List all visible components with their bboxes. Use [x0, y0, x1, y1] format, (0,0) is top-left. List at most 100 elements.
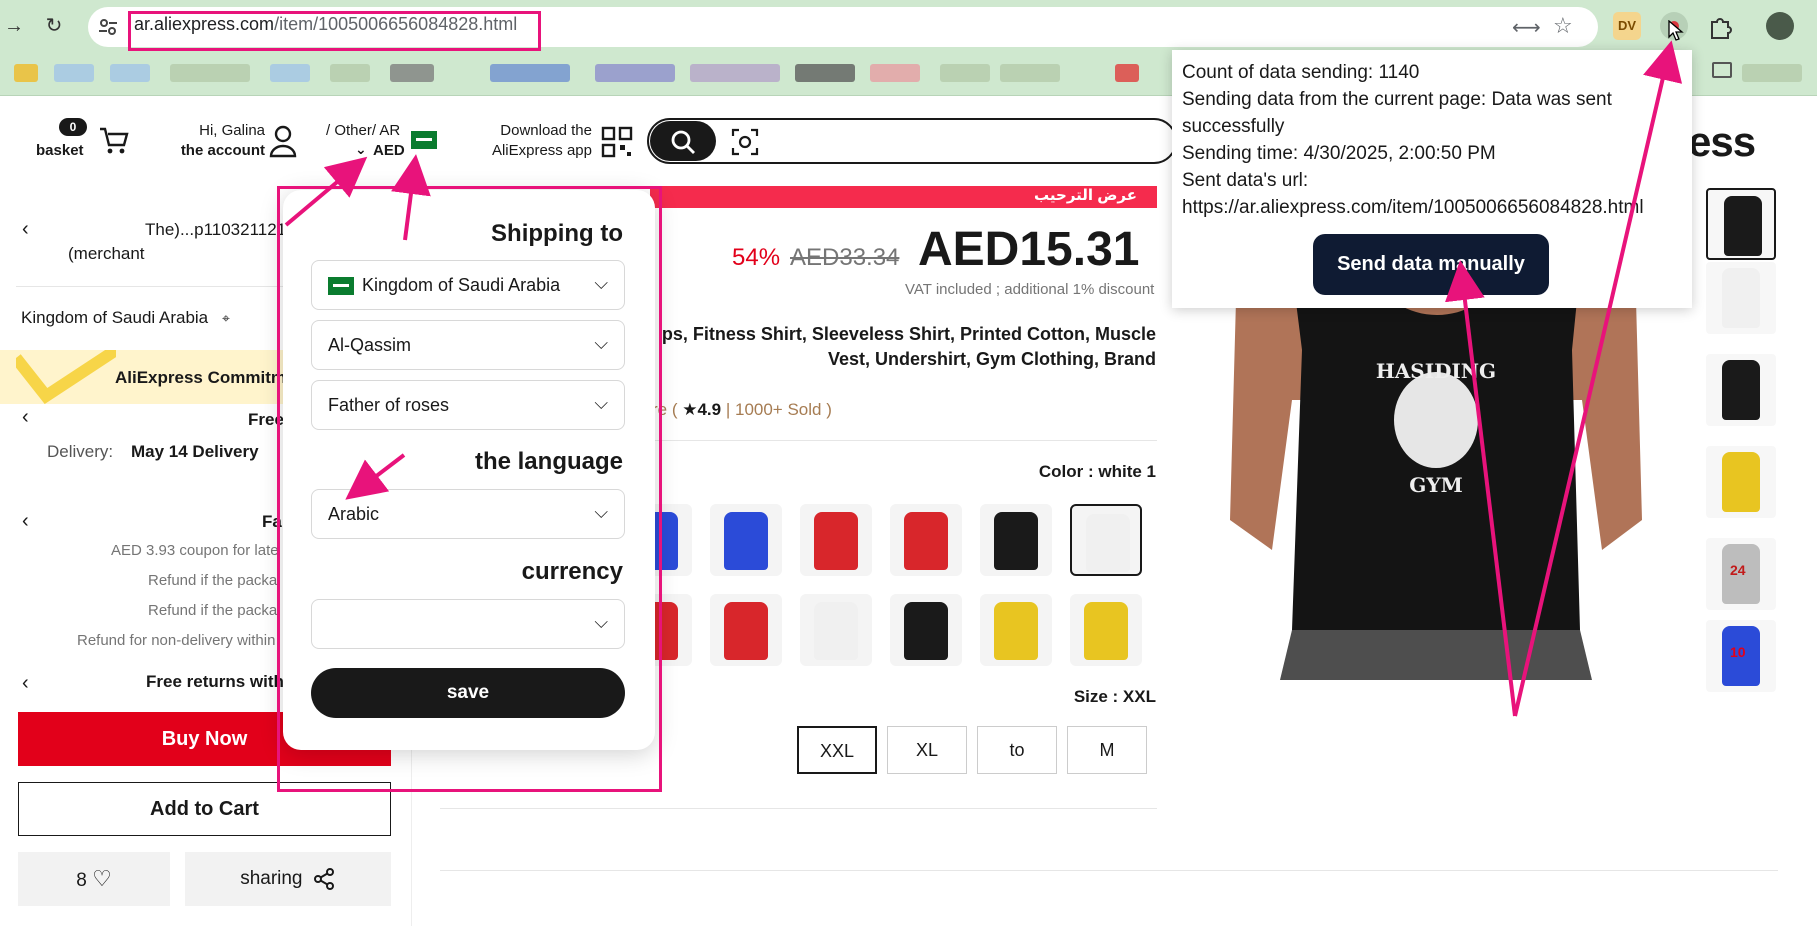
site-settings-icon[interactable] — [96, 15, 120, 39]
extensions-puzzle-icon[interactable] — [1706, 12, 1734, 40]
reload-icon[interactable]: ↻ — [40, 12, 68, 40]
wishlist-button[interactable]: 8 ♡ — [18, 852, 170, 906]
annotation-url-box — [128, 11, 541, 51]
app-download-line2[interactable]: AliExpress app — [480, 141, 592, 160]
bookmark-item[interactable] — [1742, 64, 1802, 82]
saudi-flag-icon — [411, 131, 445, 149]
chevron-left-icon[interactable]: ‹ — [22, 406, 29, 429]
color-swatch[interactable] — [980, 594, 1052, 666]
sent-url-label: Sent data's url: — [1182, 170, 1309, 191]
swatch-shirt — [904, 512, 948, 570]
extension-status-popup: Count of data sending: 1140 Sending data… — [1172, 50, 1692, 308]
bookmark-item[interactable] — [270, 64, 310, 82]
bookmark-item[interactable] — [54, 64, 94, 82]
color-swatch[interactable] — [710, 594, 782, 666]
color-swatch[interactable] — [800, 504, 872, 576]
bookmark-star-icon[interactable]: ☆ — [1553, 13, 1573, 39]
forward-icon[interactable]: → — [0, 12, 28, 40]
rating-summary[interactable]: re ( ★4.9 | 1000+ Sold ) — [652, 400, 832, 420]
bookmark-item[interactable] — [595, 64, 675, 82]
sold-count: | 1000+ Sold ) — [725, 400, 832, 419]
swatch-shirt — [814, 602, 858, 660]
heart-icon: ♡ — [92, 866, 112, 891]
color-swatch[interactable] — [800, 594, 872, 666]
account-link[interactable]: the account — [160, 141, 265, 160]
app-download-line1[interactable]: Download the — [490, 121, 592, 140]
free-returns-text: Free returns with — [146, 672, 284, 691]
thumbnail-1[interactable] — [1706, 188, 1776, 260]
divider — [440, 808, 1157, 809]
thumbnail-number: 24 — [1730, 562, 1746, 578]
rating-star-value: ★4.9 — [682, 400, 722, 419]
send-count-line: Count of data sending: 1140 — [1182, 62, 1420, 83]
bookmark-item[interactable] — [490, 64, 570, 82]
search-button[interactable] — [650, 121, 716, 161]
product-title-line1: ps, Fitness Shirt, Sleeveless Shirt, Pri… — [661, 324, 1156, 344]
search-icon — [671, 130, 695, 154]
store-name-line1[interactable]: The)...p1103211211 — [145, 220, 294, 240]
main-product-image[interactable]: HASIDING GYM — [1222, 270, 1650, 680]
profile-avatar[interactable] — [1766, 12, 1794, 40]
bookmark-item[interactable] — [110, 64, 150, 82]
image-search-icon[interactable] — [731, 128, 759, 156]
chevron-left-icon[interactable]: ‹ — [22, 218, 29, 241]
bookmark-item[interactable] — [390, 64, 434, 82]
bookmark-item[interactable] — [940, 64, 990, 82]
bookmark-item[interactable] — [870, 64, 920, 82]
share-icon — [313, 867, 334, 890]
user-icon[interactable] — [268, 124, 298, 158]
chevron-left-icon[interactable]: ‹ — [22, 510, 29, 533]
thumbnail-shirt — [1724, 196, 1762, 256]
thumbnail-shirt: 24 — [1722, 544, 1760, 604]
thumbnail-6[interactable]: 10 — [1706, 620, 1776, 692]
location-pin-icon: ⌖ — [222, 310, 230, 326]
folder-icon[interactable] — [1712, 62, 1732, 78]
cart-icon[interactable] — [98, 125, 130, 157]
color-label: Color : white 1 — [1038, 462, 1156, 481]
basket-label[interactable]: basket — [36, 141, 84, 160]
bookmark-item[interactable] — [330, 64, 370, 82]
thumbnail-3[interactable] — [1706, 354, 1776, 426]
size-option-m[interactable]: M — [1067, 726, 1147, 774]
color-swatch[interactable] — [1070, 594, 1142, 666]
swatch-shirt — [724, 512, 768, 570]
screenshot-root: → ↻ ar.aliexpress.com/item/1005006656084… — [0, 0, 1817, 946]
color-swatch[interactable] — [1070, 504, 1142, 576]
bookmark-item[interactable] — [1115, 64, 1139, 82]
region-text[interactable]: / Other/ AR — [326, 121, 400, 140]
annotation-popup-box — [277, 186, 662, 792]
gym-tank-model-image: HASIDING GYM — [1222, 270, 1650, 680]
thumbnail-shirt: 10 — [1722, 626, 1760, 686]
color-swatch[interactable] — [890, 504, 962, 576]
currency-code[interactable]: AED — [373, 141, 405, 160]
thumbnail-number: 10 — [1730, 644, 1746, 660]
color-swatch[interactable] — [890, 594, 962, 666]
send-data-manually-button[interactable]: Send data manually — [1313, 234, 1549, 295]
size-option-xxl[interactable]: XXL — [797, 726, 877, 774]
wishlist-count: 8 — [76, 870, 87, 891]
chevron-left-icon[interactable]: ‹ — [22, 672, 29, 695]
checkmark-decoration-icon — [11, 344, 120, 405]
size-option-xl[interactable]: XL — [887, 726, 967, 774]
bookmark-item[interactable] — [170, 64, 250, 82]
ship-location[interactable]: Kingdom of Saudi Arabia — [21, 308, 208, 328]
color-swatch[interactable] — [980, 504, 1052, 576]
search-input[interactable] — [647, 118, 1177, 164]
color-swatch[interactable] — [710, 504, 782, 576]
bookmark-item[interactable] — [690, 64, 780, 82]
bookmark-item[interactable] — [795, 64, 855, 82]
vat-note: VAT included ; additional 1% discount — [905, 281, 1155, 298]
thumbnail-2[interactable] — [1706, 262, 1776, 334]
thumbnail-5[interactable]: 24 — [1706, 538, 1776, 610]
divider — [440, 870, 1778, 871]
refund-line-1: Refund if the packa — [148, 572, 278, 589]
send-status-line1: Sending data from the current page: Data… — [1182, 89, 1612, 110]
thumbnail-4[interactable] — [1706, 446, 1776, 518]
size-option-to[interactable]: to — [977, 726, 1057, 774]
translate-icon[interactable]: ⟷ — [1512, 15, 1541, 40]
dv-extension-icon[interactable]: DV — [1613, 12, 1641, 40]
bookmark-item[interactable] — [1000, 64, 1060, 82]
share-button[interactable]: sharing — [185, 852, 391, 906]
qr-code-icon[interactable] — [601, 126, 633, 158]
bookmark-item[interactable] — [14, 64, 38, 82]
